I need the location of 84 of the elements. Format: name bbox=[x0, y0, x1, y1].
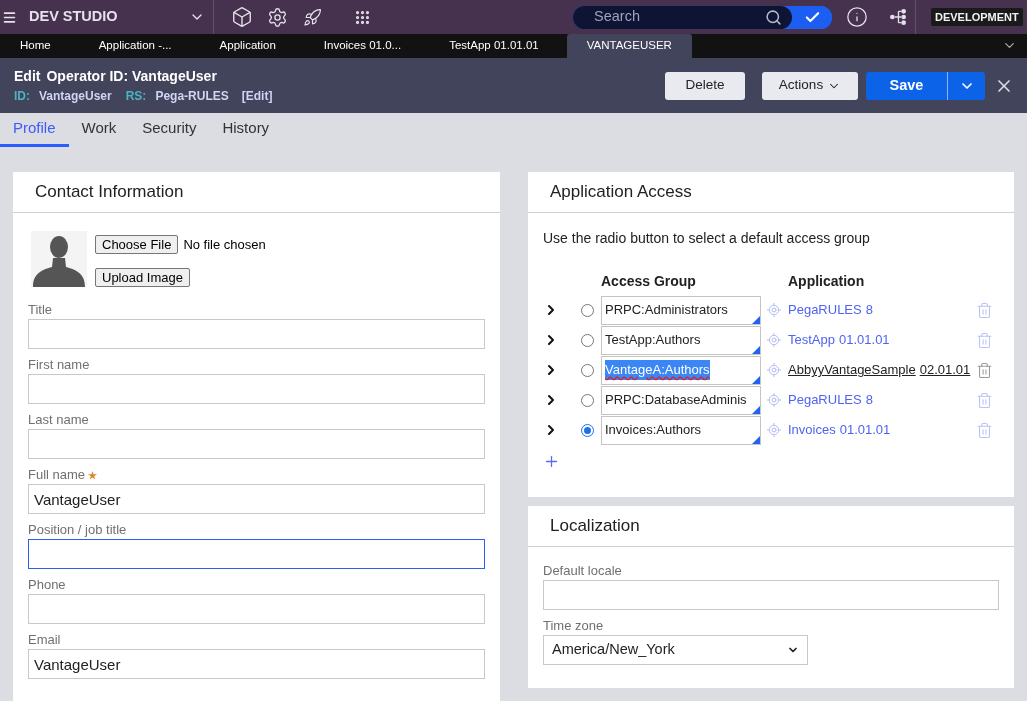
document-tab[interactable]: VANTAGEUSER bbox=[566, 34, 692, 58]
input-field[interactable] bbox=[28, 539, 485, 569]
radio-button[interactable] bbox=[581, 393, 594, 407]
field-label: Phone bbox=[28, 577, 66, 593]
confirm-button[interactable] bbox=[792, 5, 832, 29]
upload-image-button[interactable]: Upload Image bbox=[95, 267, 190, 287]
column-header: Application bbox=[788, 271, 865, 291]
radio-button[interactable] bbox=[581, 333, 594, 347]
application-link[interactable]: Invoices bbox=[788, 420, 836, 440]
id-value: VantageUser bbox=[39, 88, 112, 104]
radio-button[interactable] bbox=[581, 303, 594, 317]
corner-triangle-icon bbox=[752, 435, 760, 444]
panel-title: Contact Information bbox=[35, 181, 184, 204]
input-field[interactable] bbox=[28, 374, 485, 404]
access-group-field[interactable]: VantageA:Authors bbox=[601, 355, 761, 385]
section-tab[interactable]: Security bbox=[129, 113, 210, 147]
field-label: Position / job title bbox=[28, 522, 127, 538]
radio-button[interactable] bbox=[581, 423, 594, 437]
file-status-text: No file chosen bbox=[183, 236, 266, 254]
save-button[interactable]: Save bbox=[866, 71, 947, 100]
version-link[interactable]: 02.01.01 bbox=[919, 360, 971, 380]
input-field[interactable] bbox=[28, 429, 485, 459]
access-group-field[interactable]: TestApp:Authors bbox=[601, 325, 761, 355]
section-tab[interactable]: Profile bbox=[0, 113, 69, 147]
application-link[interactable]: TestApp bbox=[788, 330, 835, 350]
corner-triangle-icon bbox=[752, 315, 760, 324]
panel-title: Localization bbox=[550, 515, 640, 538]
rocket-icon[interactable] bbox=[303, 7, 322, 27]
header-title: Operator ID: VantageUser bbox=[46, 67, 217, 85]
trash-icon[interactable] bbox=[976, 361, 993, 379]
dropdown-field[interactable]: America/New_York bbox=[543, 635, 808, 665]
plus-icon[interactable] bbox=[543, 453, 560, 470]
application-link[interactable]: PegaRULES bbox=[788, 300, 862, 320]
search-field[interactable]: Search bbox=[573, 5, 792, 29]
actions-menu-button[interactable]: Actions bbox=[762, 71, 858, 100]
info-icon[interactable] bbox=[846, 6, 868, 28]
input-field[interactable]: VantageUser bbox=[28, 484, 485, 514]
version-link[interactable]: 01.01.01 bbox=[839, 330, 890, 350]
settings-icon[interactable] bbox=[267, 6, 288, 28]
input-field[interactable]: VantageUser bbox=[28, 649, 485, 679]
version-link[interactable]: 8 bbox=[865, 300, 873, 320]
application-link[interactable]: PegaRULES bbox=[788, 390, 862, 410]
field-label: Time zone bbox=[543, 618, 604, 634]
input-field[interactable] bbox=[543, 580, 999, 610]
avatar-placeholder bbox=[31, 231, 87, 287]
field-label: First name bbox=[28, 357, 90, 373]
rs-label: RS: bbox=[125, 88, 147, 104]
input-field[interactable] bbox=[28, 594, 485, 624]
version-link[interactable]: 8 bbox=[865, 390, 873, 410]
instructions-text: Use the radio button to select a default access group bbox=[543, 229, 870, 247]
field-label: Last name bbox=[28, 412, 89, 428]
access-group-field[interactable]: PRPC:DatabaseAdminis bbox=[601, 385, 761, 415]
app-title: DEV STUDIO bbox=[29, 7, 118, 27]
cube-icon[interactable] bbox=[231, 6, 253, 28]
column-header: Access Group bbox=[601, 271, 697, 291]
version-link[interactable]: 01.01.01 bbox=[839, 420, 891, 440]
hierarchy-icon[interactable] bbox=[890, 9, 906, 25]
search-input[interactable]: Search bbox=[594, 6, 754, 28]
corner-triangle-icon bbox=[752, 345, 760, 354]
corner-triangle-icon bbox=[752, 405, 760, 414]
id-label: ID: bbox=[14, 88, 30, 104]
field-label: Title bbox=[28, 302, 53, 318]
rs-value: Pega-RULES bbox=[155, 88, 229, 104]
search-icon[interactable] bbox=[765, 8, 782, 26]
panel-title: Application Access bbox=[550, 181, 692, 204]
edit-link[interactable]: [Edit] bbox=[241, 88, 273, 104]
application-link[interactable]: AbbyyVantageSample bbox=[788, 360, 916, 380]
menu-icon[interactable] bbox=[2, 9, 17, 25]
choose-file-button[interactable]: Choose File bbox=[95, 235, 179, 255]
field-label: Email bbox=[28, 632, 61, 648]
section-tab[interactable]: Work bbox=[68, 113, 130, 147]
access-group-field[interactable]: Invoices:Authors bbox=[601, 415, 761, 445]
radio-button[interactable] bbox=[581, 363, 594, 377]
environment-badge: DEVELOPMENT bbox=[931, 8, 1023, 26]
field-label: Default locale bbox=[543, 563, 622, 579]
delete-button[interactable]: Delete bbox=[665, 71, 745, 100]
corner-triangle-icon bbox=[752, 375, 760, 384]
input-field[interactable] bbox=[28, 319, 485, 349]
header-action: Edit bbox=[14, 67, 41, 85]
field-label: Full name bbox=[28, 467, 86, 483]
grid-icon[interactable] bbox=[354, 8, 371, 26]
access-group-field[interactable]: PRPC:Administrators bbox=[601, 295, 761, 325]
save-options-button[interactable] bbox=[948, 71, 985, 100]
section-tab[interactable]: History bbox=[209, 113, 283, 147]
